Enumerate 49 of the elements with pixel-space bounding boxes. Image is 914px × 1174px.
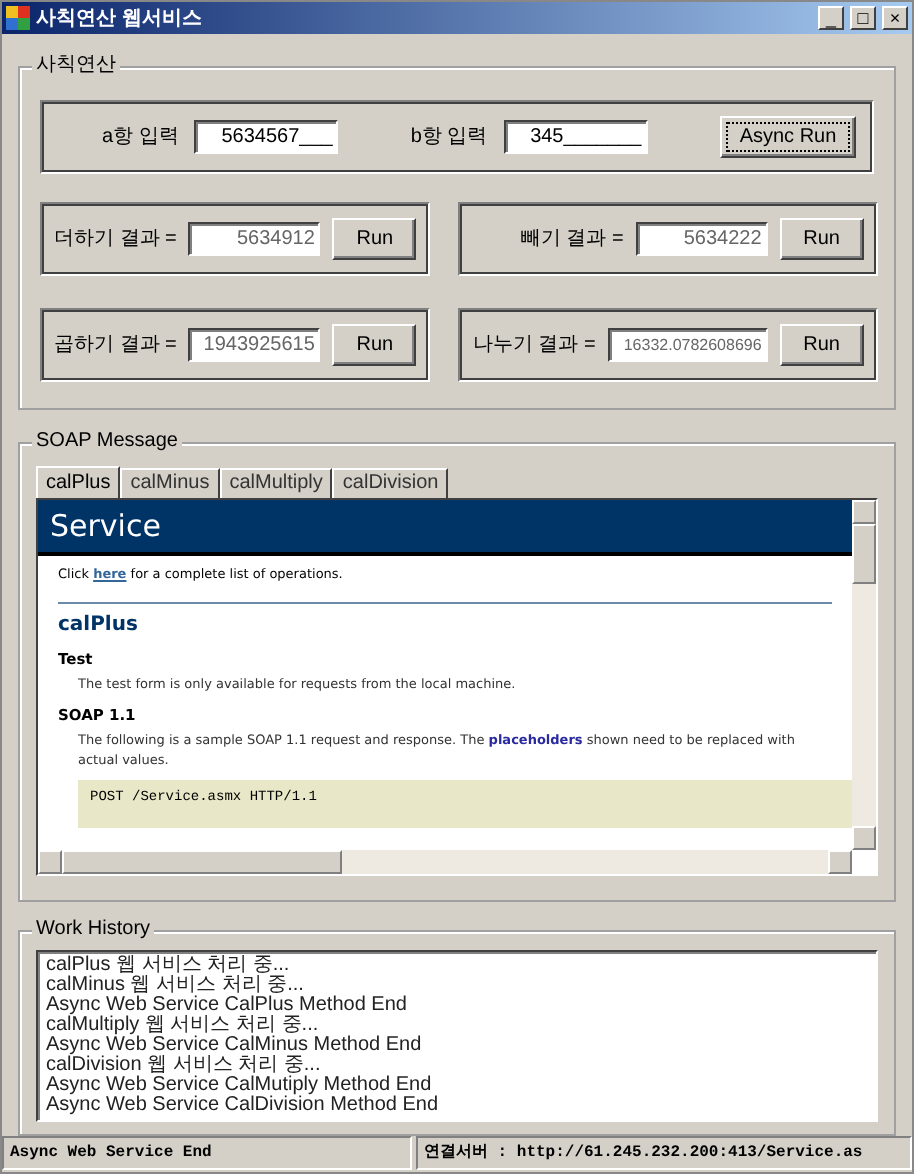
async-run-button[interactable]: Async Run — [720, 116, 856, 159]
maximize-button[interactable]: □ — [850, 6, 876, 31]
tab[interactable]: calMinus — [120, 467, 220, 498]
run-button[interactable]: Run — [332, 218, 417, 261]
run-button[interactable]: Run — [779, 324, 864, 367]
scroll-right-button[interactable] — [828, 850, 852, 874]
scroll-thumb[interactable] — [62, 850, 342, 874]
run-button[interactable]: Run — [332, 324, 417, 367]
text-field[interactable]: 345_______ — [503, 120, 648, 155]
tab[interactable]: calPlus — [36, 465, 121, 498]
history-line: Async Web Service CalPlus Method End — [46, 996, 409, 1016]
page-header: Service — [38, 499, 852, 557]
tab[interactable]: calDivision — [332, 467, 449, 498]
run-button[interactable]: Run — [779, 218, 864, 261]
minimize-button[interactable]: _ — [818, 6, 844, 31]
scroll-up-button[interactable] — [852, 499, 876, 524]
history-line: calMultiply 웹 서비스 처리 중... — [46, 1016, 319, 1036]
status-text: Async Web Service End — [2, 1136, 412, 1170]
result-label: 곱하기 결과 = — [54, 332, 177, 361]
history-line: calPlus 웹 서비스 처리 중... — [46, 956, 290, 976]
window-title: 사칙연산 웹서비스 — [36, 5, 204, 34]
result-field: 5634222 — [635, 222, 768, 257]
input-label: b항 입력 — [410, 124, 488, 153]
group-title: 사칙연산 — [32, 54, 120, 79]
history-line: Async Web Service CalMinus Method End — [46, 1036, 424, 1056]
close-button[interactable]: × — [882, 6, 908, 31]
scroll-left-button[interactable] — [38, 850, 62, 874]
scroll-down-button[interactable] — [852, 826, 876, 850]
group-title: Work History — [32, 918, 155, 942]
history-line: Async Web Service CalDivision Method End — [46, 1096, 441, 1116]
input-label: a항 입력 — [102, 124, 179, 153]
result-field: 1943925615 — [188, 328, 321, 363]
history-line: Async Web Service CalMutiply Method End — [46, 1076, 432, 1096]
horizontal-scrollbar[interactable] — [38, 850, 852, 874]
vertical-scrollbar[interactable] — [852, 499, 876, 850]
scroll-thumb[interactable] — [852, 523, 876, 584]
tab[interactable]: calMultiply — [219, 467, 333, 498]
history-line: calDivision 웹 서비스 처리 중... — [46, 1056, 323, 1076]
result-field: 5634912 — [188, 222, 321, 257]
app-icon — [6, 6, 30, 31]
history-line: calMinus 웹 서비스 처리 중... — [46, 976, 304, 996]
group-title: SOAP Message — [32, 429, 182, 454]
text-field[interactable]: 5634567___ — [194, 120, 339, 155]
result-field: 16332.0782608696 — [607, 328, 768, 363]
result-label: 더하기 결과 = — [54, 226, 177, 255]
result-label: 나누기 결과 = — [472, 332, 596, 361]
operation-heading: calPlus — [56, 611, 140, 640]
result-label: 빼기 결과 = — [520, 226, 624, 255]
status-text: 연결서버 : http://61.245.232.200:413/Service.as — [416, 1136, 912, 1170]
